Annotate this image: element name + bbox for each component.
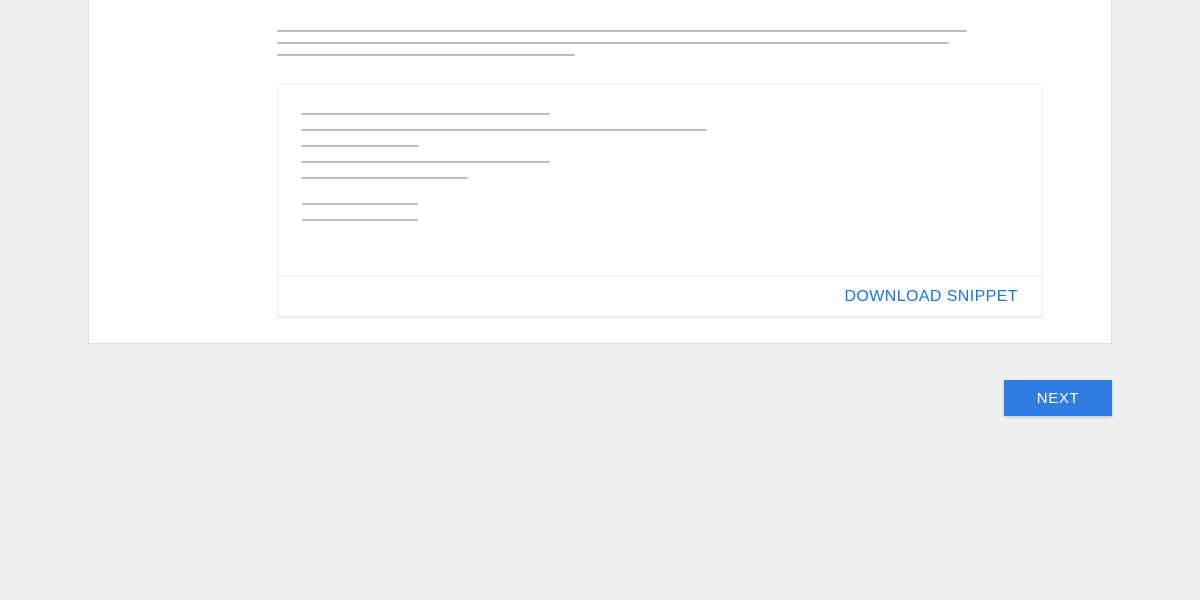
placeholder-line [277,42,949,44]
download-snippet-button[interactable]: DOWNLOAD SNIPPET [844,288,1018,306]
code-snippet-block: DOWNLOAD SNIPPET [277,84,1043,318]
code-footer: DOWNLOAD SNIPPET [278,276,1042,317]
placeholder-line [277,54,575,56]
placeholder-line [302,129,706,131]
placeholder-line [277,30,967,32]
placeholder-line [302,145,418,147]
placeholder-line [302,177,468,179]
placeholder-line [302,219,418,221]
placeholder-line [302,161,550,163]
instruction-card: DOWNLOAD SNIPPET [88,0,1112,344]
placeholder-line [302,113,550,115]
instruction-paragraph [277,30,1043,56]
code-area [278,85,1042,276]
placeholder-line [302,203,418,205]
card-content: DOWNLOAD SNIPPET [89,0,1111,318]
next-button[interactable]: NEXT [1004,380,1112,416]
